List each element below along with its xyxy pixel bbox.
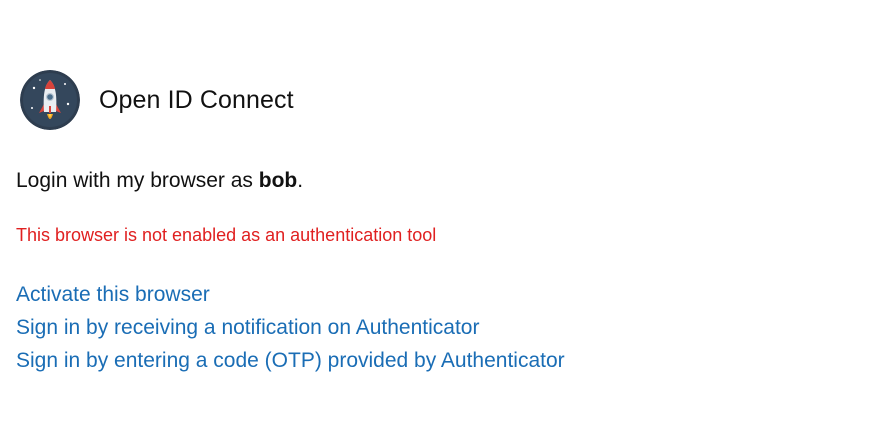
- login-username: bob: [258, 169, 298, 192]
- page: Open ID Connect Login with my browser as…: [0, 0, 881, 446]
- login-prefix: Login with my browser as: [16, 169, 259, 192]
- error-message: This browser is not enabled as an authen…: [16, 225, 437, 245]
- rocket-icon: [20, 70, 80, 130]
- login-message: Login with my browser as bob.: [16, 169, 303, 193]
- login-suffix: .: [297, 169, 304, 192]
- otp-signin-link[interactable]: Sign in by entering a code (OTP) provide…: [16, 339, 565, 382]
- app-title: Open ID Connect: [99, 85, 294, 114]
- auth-options: Activate this browser Sign in by receivi…: [16, 273, 565, 382]
- app-header: Open ID Connect: [20, 70, 294, 130]
